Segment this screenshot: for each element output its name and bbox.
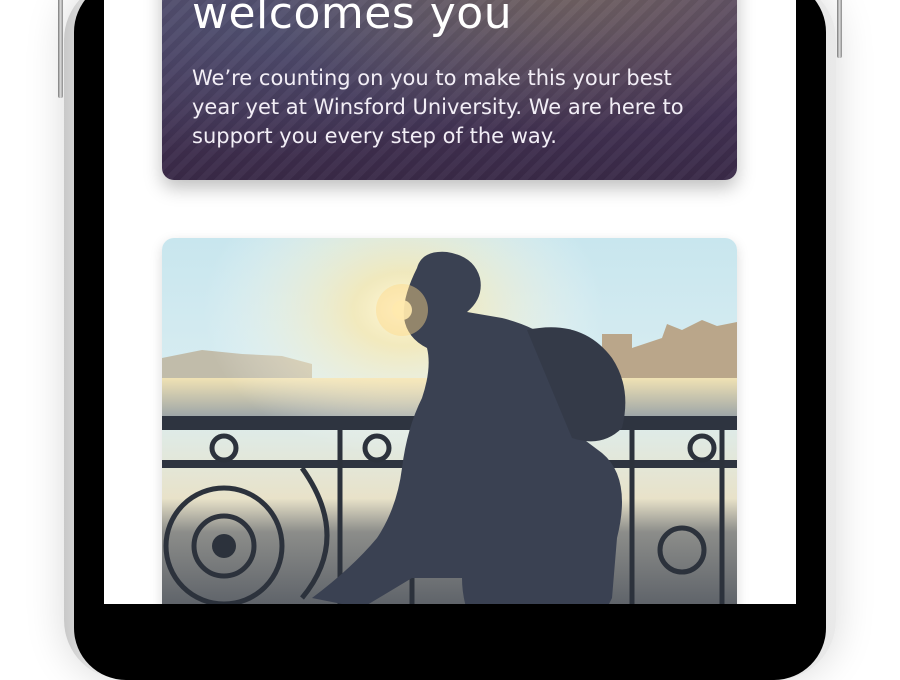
- welcome-message: We’re counting on you to make this your …: [192, 66, 684, 148]
- welcome-card[interactable]: welcomes you We’re counting on you to ma…: [162, 0, 737, 180]
- volume-button: [58, 0, 63, 98]
- photo-card[interactable]: [162, 238, 737, 604]
- welcome-title: welcomes you: [192, 0, 513, 39]
- power-button: [837, 0, 842, 58]
- app-screen: welcomes you We’re counting on you to ma…: [104, 0, 796, 604]
- cyclist-on-bridge-image: [162, 238, 737, 604]
